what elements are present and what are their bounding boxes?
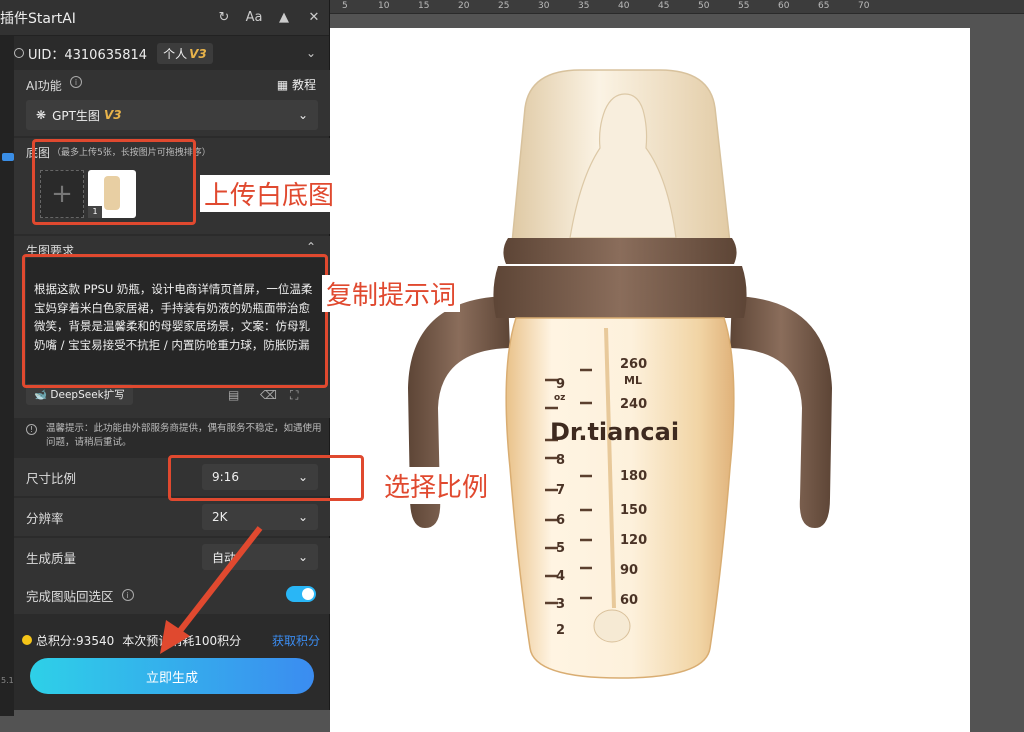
annotation-arrow [160, 526, 263, 654]
